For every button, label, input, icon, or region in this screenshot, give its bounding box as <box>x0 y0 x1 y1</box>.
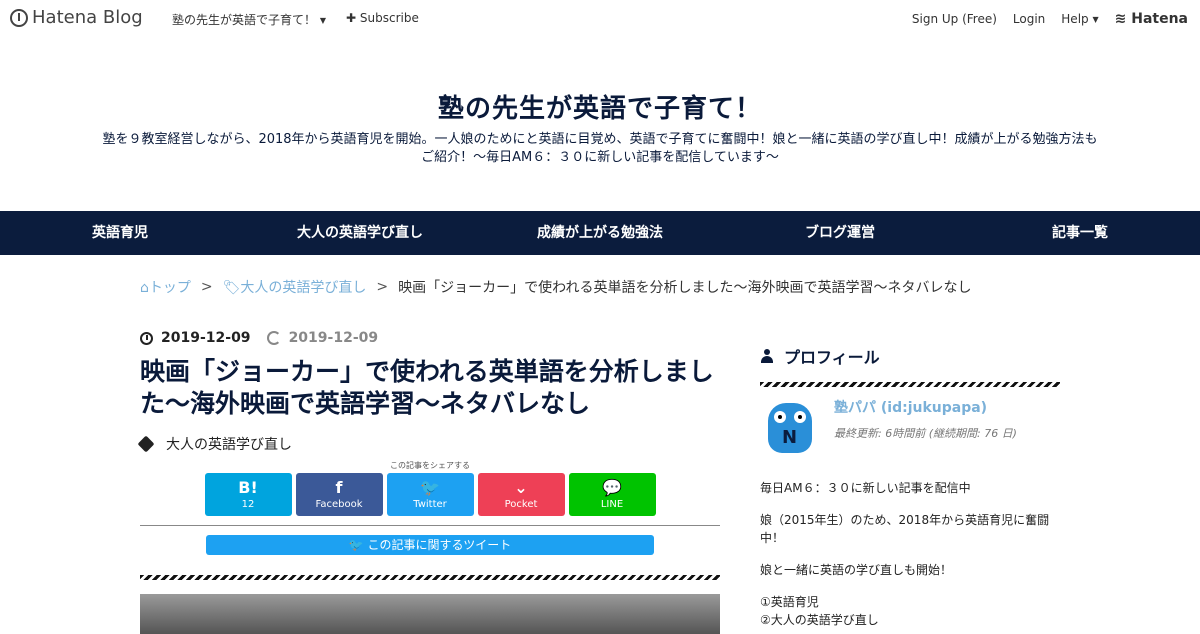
profile-paragraph: 娘（2015年生）のため、2018年から英語育児に奮闘中！ <box>760 513 1050 545</box>
entry: 2019-12-09 2019-12-09 映画「ジョーカー」で使われる英単語を… <box>137 330 720 634</box>
stripe-divider <box>140 575 720 580</box>
global-nav: 英語育児 大人の英語学び直し 成績が上がる勉強法 ブログ運営 記事一覧 <box>0 211 1200 255</box>
hatena-bookmark-icon: B! <box>238 478 258 497</box>
line-label: LINE <box>600 499 624 510</box>
pocket-share-button[interactable]: ⌄ Pocket <box>477 473 565 516</box>
line-icon: 💬 <box>602 478 622 497</box>
updated-date-label: 2019-12-09 <box>288 330 379 346</box>
breadcrumb-separator: > <box>200 279 213 295</box>
profile-list-item: ②大人の英語学び直し <box>760 613 879 627</box>
blog-title[interactable]: 塾の先生が英語で子育て！ <box>0 88 1200 125</box>
nav-item-study-method[interactable]: 成績が上がる勉強法 <box>480 211 720 255</box>
subscribe-label: Subscribe <box>359 11 419 25</box>
caret-down-icon: ▼ <box>1092 15 1099 24</box>
blog-name-label: 塾の先生が英語で子育て！ <box>172 13 317 27</box>
entry-dates: 2019-12-09 2019-12-09 <box>140 330 720 346</box>
tag-icon: 🏷 <box>222 280 241 296</box>
nav-item-blog-management[interactable]: ブログ運営 <box>720 211 960 255</box>
hatena-mark-icon: ≋ <box>1114 11 1127 27</box>
profile-list-item: ①英語育児 <box>760 595 819 609</box>
published-date-label: 2019-12-09 <box>161 330 251 346</box>
share-caption: この記事をシェアする <box>390 461 470 470</box>
plus-icon: ✚ <box>346 11 357 25</box>
twitter-label: Twitter <box>413 499 447 510</box>
clock-icon <box>140 331 153 345</box>
bookmark-count: 12 <box>241 499 255 510</box>
twitter-bird-icon: 🐦 <box>420 478 440 497</box>
topbar-right: Sign Up (Free) Login Help ▼ ≋ Hatena <box>912 11 1188 27</box>
hatena-logo-icon <box>10 8 28 27</box>
avatar[interactable]: N <box>760 397 820 457</box>
divider <box>140 525 720 526</box>
entry-title[interactable]: 映画「ジョーカー」で使われる英単語を分析しました～海外映画で英語学習～ネタバレな… <box>140 356 720 420</box>
login-link[interactable]: Login <box>1013 12 1045 26</box>
entry-category: 大人の英語学び直し <box>137 434 720 454</box>
hero-image <box>140 594 720 634</box>
refresh-icon <box>266 331 281 345</box>
line-share-button[interactable]: 💬 LINE <box>568 473 656 516</box>
profile-heading: プロフィール <box>760 344 1060 368</box>
logo-text: Hatena Blog <box>32 7 143 28</box>
blog-description: 塾を９教室経営しながら、2018年から英語育児を開始。一人娘のためにと英語に目覚… <box>102 132 1098 165</box>
hatena-bookmark-button[interactable]: B! 12 <box>204 473 292 516</box>
breadcrumb-current: 映画「ジョーカー」で使われる英単語を分析しました～海外映画で英語学習～ネタバレな… <box>398 280 972 296</box>
blog-header: 塾の先生が英語で子育て！ 塾を９教室経営しながら、2018年から英語育児を開始。… <box>0 36 1200 211</box>
top-bar: Hatena Blog 塾の先生が英語で子育て！ ▼ ✚ Subscribe S… <box>0 0 1200 36</box>
share-buttons: B! 12 f Facebook 🐦 Twitter ⌄ Pocket 💬 LI… <box>140 473 720 516</box>
nav-item-adult-english[interactable]: 大人の英語学び直し <box>240 211 480 255</box>
person-icon <box>760 349 774 363</box>
updated-date: 2019-12-09 <box>266 330 379 346</box>
facebook-share-button[interactable]: f Facebook <box>295 473 383 516</box>
related-tweets-button[interactable]: 🐦 この記事に関するツイート <box>206 535 654 555</box>
related-tweets-label: この記事に関するツイート <box>367 538 512 552</box>
facebook-label: Facebook <box>315 499 363 510</box>
pocket-label: Pocket <box>504 499 538 510</box>
profile-name-link[interactable]: 塾パパ (id:jukupapa) <box>834 397 1017 417</box>
published-date[interactable]: 2019-12-09 <box>140 330 251 346</box>
profile-text: 毎日AM６：３０に新しい記事を配信中 娘（2015年生）のため、2018年から英… <box>760 479 1060 629</box>
twitter-share-button[interactable]: 🐦 Twitter <box>386 473 474 516</box>
profile-paragraph: 娘と一緒に英語の学び直しも開始！ <box>760 563 953 577</box>
help-label: Help <box>1061 12 1089 26</box>
hatena-blog-logo[interactable]: Hatena Blog <box>10 7 143 28</box>
hatena-label: Hatena <box>1131 11 1188 27</box>
profile-paragraph: 毎日AM６：３０に新しい記事を配信中 <box>760 481 971 495</box>
profile-card: N 塾パパ (id:jukupapa) 最終更新: 6時間前 (継続期間: 76… <box>760 397 1060 457</box>
nav-item-article-list[interactable]: 記事一覧 <box>960 211 1200 255</box>
breadcrumb: ⌂トップ > 🏷大人の英語学び直し > 映画「ジョーカー」で使われる英単語を分析… <box>140 277 971 297</box>
stripe-divider <box>760 382 1060 387</box>
breadcrumb-separator: > <box>376 279 389 295</box>
facebook-icon: f <box>335 478 343 497</box>
home-icon: ⌂ <box>140 280 149 296</box>
nav-item-english-parenting[interactable]: 英語育児 <box>0 211 240 255</box>
caret-down-icon: ▼ <box>319 16 326 25</box>
hatena-link[interactable]: ≋ Hatena <box>1115 11 1188 27</box>
twitter-bird-icon: 🐦 <box>348 538 364 552</box>
blog-name-menu[interactable]: 塾の先生が英語で子育て！ ▼ <box>172 11 326 28</box>
help-menu[interactable]: Help ▼ <box>1061 12 1098 26</box>
breadcrumb-top-label: トップ <box>148 280 191 296</box>
tag-icon <box>137 435 155 453</box>
breadcrumb-top[interactable]: ⌂トップ <box>140 277 191 297</box>
pocket-icon: ⌄ <box>514 478 528 497</box>
subscribe-button[interactable]: ✚ Subscribe <box>346 11 419 25</box>
breadcrumb-category-label: 大人の英語学び直し <box>240 280 367 296</box>
signup-link[interactable]: Sign Up (Free) <box>912 12 997 26</box>
sidebar: プロフィール N 塾パパ (id:jukupapa) 最終更新: 6時間前 (継… <box>760 344 1060 629</box>
breadcrumb-category[interactable]: 🏷大人の英語学び直し <box>223 277 367 297</box>
profile-updated: 最終更新: 6時間前 (継続期間: 76 日) <box>834 427 1017 440</box>
entry-category-link[interactable]: 大人の英語学び直し <box>166 434 292 454</box>
profile-heading-label: プロフィール <box>784 348 880 367</box>
